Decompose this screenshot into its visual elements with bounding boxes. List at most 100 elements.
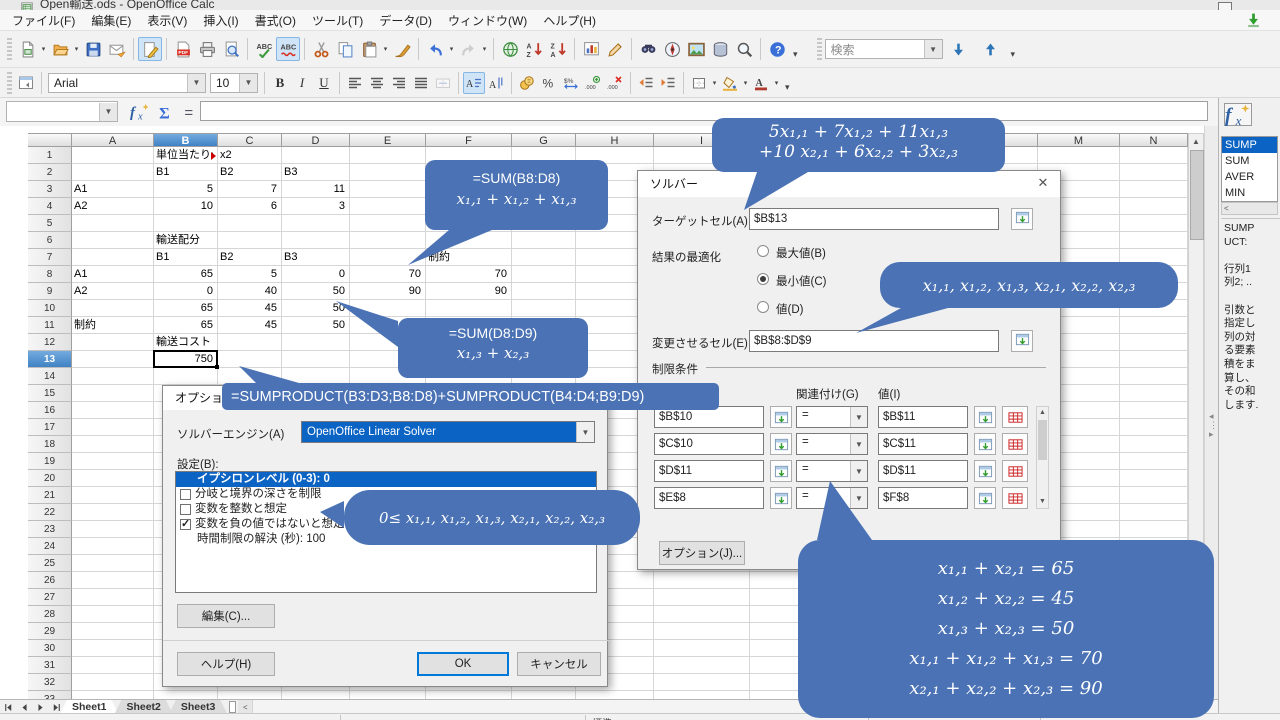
cell-B11[interactable]: 65: [156, 318, 213, 333]
cell-D7[interactable]: B3: [284, 250, 345, 265]
row-header-15[interactable]: 15: [28, 385, 72, 402]
toolbar-overflow-icon[interactable]: ▾: [785, 82, 790, 93]
chevron-down-icon[interactable]: ▾: [381, 45, 390, 53]
hscroll-left-icon[interactable]: <: [238, 700, 252, 714]
formula-input[interactable]: [200, 101, 1208, 121]
row-header-27[interactable]: 27: [28, 589, 72, 606]
nav-first-icon[interactable]: [0, 700, 16, 714]
options-button[interactable]: オプション(J)...: [659, 541, 745, 565]
column-header-B[interactable]: B: [154, 133, 218, 147]
export-pdf-icon[interactable]: PDF: [171, 37, 195, 61]
toolbar-grip[interactable]: [7, 72, 12, 94]
increase-indent-icon[interactable]: [657, 72, 679, 94]
column-header-D[interactable]: D: [282, 133, 350, 147]
constraint-value-input[interactable]: $C$11: [878, 433, 968, 455]
row-header-4[interactable]: 4: [28, 198, 72, 215]
constraint-operator-select[interactable]: =▼: [796, 460, 868, 482]
column-header-N[interactable]: N: [1120, 133, 1188, 147]
row-header-14[interactable]: 14: [28, 368, 72, 385]
borders-icon[interactable]: [688, 72, 710, 94]
cell-D2[interactable]: B3: [284, 165, 345, 180]
sort-ascending-icon[interactable]: AZ: [522, 37, 546, 61]
shrink-button[interactable]: [974, 433, 996, 455]
toolbar-overflow-icon[interactable]: ▾: [793, 49, 798, 60]
cell-C11[interactable]: 45: [220, 318, 277, 333]
cell-B12[interactable]: 輸送コスト: [156, 335, 213, 350]
checkbox-unchecked[interactable]: [180, 489, 191, 500]
toolbar-grip[interactable]: [7, 38, 12, 60]
column-header-M[interactable]: M: [1038, 133, 1120, 147]
column-header-A[interactable]: A: [72, 133, 154, 147]
chevron-down-icon[interactable]: ▼: [924, 40, 942, 58]
format-paintbrush-icon[interactable]: [390, 37, 414, 61]
shrink-button[interactable]: [974, 406, 996, 428]
nav-next-icon[interactable]: [32, 700, 48, 714]
auto-spellcheck-icon[interactable]: ABC: [276, 37, 300, 61]
chevron-down-icon[interactable]: ▾: [741, 79, 750, 87]
help-icon[interactable]: ?: [765, 37, 789, 61]
cancel-button[interactable]: キャンセル: [517, 652, 601, 676]
row-header-6[interactable]: 6: [28, 232, 72, 249]
constraint-value-input[interactable]: $F$8: [878, 487, 968, 509]
row-header-3[interactable]: 3: [28, 181, 72, 198]
cell-D11[interactable]: 50: [284, 318, 345, 333]
font-color-icon[interactable]: A: [750, 72, 772, 94]
bold-icon[interactable]: B: [269, 72, 291, 94]
sheet-tab-sheet3[interactable]: Sheet3: [169, 700, 227, 714]
matrix-button[interactable]: [1002, 433, 1028, 455]
sheet-tab-sheet2[interactable]: Sheet2: [114, 700, 172, 714]
cell-D4[interactable]: 3: [284, 199, 345, 214]
cut-icon[interactable]: [309, 37, 333, 61]
row-header-7[interactable]: 7: [28, 249, 72, 266]
constraints-scrollbar[interactable]: ▲ ▼: [1036, 406, 1049, 509]
formula-equals-icon[interactable]: =: [180, 102, 200, 122]
row-header-10[interactable]: 10: [28, 300, 72, 317]
column-header-E[interactable]: E: [350, 133, 426, 147]
sort-descending-icon[interactable]: ZA: [546, 37, 570, 61]
align-justify-icon[interactable]: [410, 72, 432, 94]
edit-mode-icon[interactable]: [138, 37, 162, 61]
chevron-down-icon[interactable]: ▼: [239, 74, 257, 92]
cell-E8[interactable]: 70: [352, 267, 421, 282]
menu-item-4[interactable]: 挿入(I): [195, 10, 246, 31]
find-prev-icon[interactable]: [979, 37, 1003, 61]
row-header-13[interactable]: 13: [28, 351, 72, 368]
chevron-down-icon[interactable]: ▼: [99, 103, 117, 121]
merge-cells-icon[interactable]: [432, 72, 454, 94]
cell-D10[interactable]: 50: [284, 301, 345, 316]
cell-B10[interactable]: 65: [156, 301, 213, 316]
column-header-H[interactable]: H: [576, 133, 654, 147]
row-header-19[interactable]: 19: [28, 453, 72, 470]
scrollbar-thumb[interactable]: [1190, 150, 1204, 240]
function-list[interactable]: SUMPSUMAVERMIN: [1221, 136, 1278, 202]
row-header-32[interactable]: 32: [28, 674, 72, 691]
chevron-down-icon[interactable]: ▾: [447, 45, 456, 53]
scroll-up-icon[interactable]: ▲: [1189, 134, 1203, 149]
hyperlink-icon[interactable]: [498, 37, 522, 61]
scrollbar-thumb[interactable]: [1038, 420, 1047, 460]
text-horizontal-icon[interactable]: A: [463, 72, 485, 94]
shrink-button[interactable]: [974, 460, 996, 482]
menu-item-5[interactable]: 書式(O): [247, 10, 304, 31]
font-size-select[interactable]: 10▼: [210, 73, 258, 93]
nav-prev-icon[interactable]: [16, 700, 32, 714]
paste-icon[interactable]: [357, 37, 381, 61]
column-header-C[interactable]: C: [218, 133, 282, 147]
row-header-2[interactable]: 2: [28, 164, 72, 181]
undo-icon[interactable]: [423, 37, 447, 61]
shrink-button[interactable]: [770, 406, 792, 428]
find-next-icon[interactable]: [947, 37, 971, 61]
cell-C7[interactable]: B2: [220, 250, 277, 265]
align-center-icon[interactable]: [366, 72, 388, 94]
row-header-16[interactable]: 16: [28, 402, 72, 419]
row-header-12[interactable]: 12: [28, 334, 72, 351]
setting-row[interactable]: イプシロンレベル (0-3): 0: [176, 472, 596, 487]
ok-button[interactable]: OK: [417, 652, 509, 676]
cell-C1[interactable]: x2: [220, 148, 277, 163]
constraint-operator-select[interactable]: =▼: [796, 433, 868, 455]
scroll-down-icon[interactable]: ▼: [1037, 496, 1048, 508]
toolbar-grip[interactable]: [817, 38, 822, 60]
row-header-29[interactable]: 29: [28, 623, 72, 640]
restore-window-icon[interactable]: [1218, 2, 1232, 10]
row-header-22[interactable]: 22: [28, 504, 72, 521]
